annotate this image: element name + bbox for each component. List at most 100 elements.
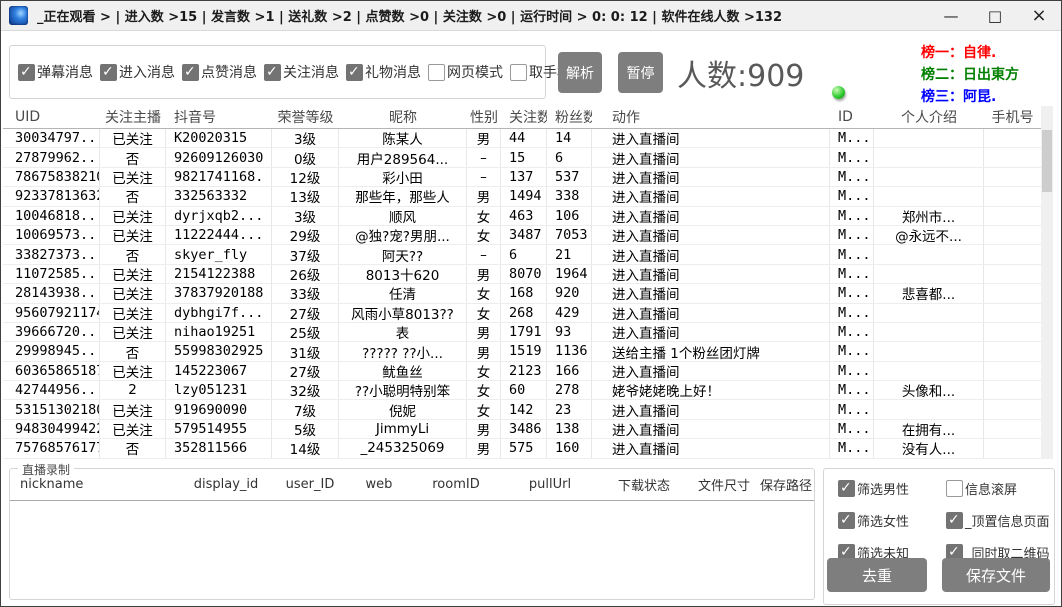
cell-action: 进入直播间 (592, 420, 830, 438)
recording-column-header: 保存路径 (758, 475, 814, 494)
table-row[interactable]: 39666720... 已关注 nihao19251 25级 表 男 1791 … (3, 323, 1041, 342)
checkbox-icon (946, 480, 963, 497)
recording-column-header: web (348, 477, 410, 492)
cell-nickname: 彩小田 (339, 168, 467, 186)
viewer-table-body: 30034797... 已关注 K20020315 3级 陈某人 男 44 14… (3, 129, 1041, 459)
message-filter-checkbox[interactable]: 点赞消息 (182, 62, 257, 82)
column-header: 荣誉等级 (272, 107, 339, 127)
table-row[interactable]: 27879962... 否 92609126030 0级 用户289564...… (3, 148, 1041, 167)
recording-groupbox: 直播录制 nicknamedisplay_iduser_IDwebroomIDp… (9, 468, 815, 600)
cell-id: M... (830, 148, 874, 166)
cell-phone (984, 265, 1041, 283)
cell-nickname: 用户289564... (339, 148, 467, 166)
cell-following: 137 (501, 168, 547, 186)
cell-following: 2123 (501, 362, 547, 380)
message-filter-checkbox[interactable]: 礼物消息 (346, 62, 421, 82)
message-filter-checkbox[interactable]: 进入消息 (100, 62, 175, 82)
cell-id: M... (830, 400, 874, 418)
cell-id: M... (830, 207, 874, 225)
column-header: 手机号 (984, 107, 1041, 127)
status-orb-icon (832, 86, 845, 99)
option-checkbox[interactable]: 信息滚屏 (946, 479, 1050, 498)
cell-nickname: 任清 (339, 284, 467, 302)
dedupe-button[interactable]: 去重 (827, 558, 927, 592)
cell-intro (874, 342, 984, 360)
cell-id: M... (830, 420, 874, 438)
cell-following: 268 (501, 304, 547, 322)
table-row[interactable]: 10046818... 已关注 dyrjxqb2... 3级 顺风 女 463 … (3, 207, 1041, 226)
cell-action: 姥爷姥姥晚上好！ (592, 381, 830, 399)
parse-button[interactable]: 解析 (558, 52, 602, 93)
cell-level: 13级 (272, 187, 339, 205)
cell-id: M... (830, 323, 874, 341)
minimize-button[interactable]: — (929, 1, 973, 30)
cell-intro (874, 187, 984, 205)
cell-uid: 10046818... (3, 207, 100, 225)
close-button[interactable]: × (1017, 1, 1061, 30)
ranking-line: 榜三：阿昆. (921, 86, 1019, 108)
cell-followed: 已关注 (100, 207, 166, 225)
cell-phone (984, 304, 1041, 322)
table-row[interactable]: 78675838210 已关注 9821741168. 12级 彩小田 – 13… (3, 168, 1041, 187)
table-scrollbar-thumb[interactable] (1042, 130, 1052, 192)
recording-column-header: 文件尺寸 (690, 475, 758, 494)
option-checkbox[interactable]: 筛选男性 (838, 479, 939, 498)
table-row[interactable]: 94830499422 已关注 579514955 5级 JimmyLi 男 3… (3, 420, 1041, 439)
table-row[interactable]: 75768576177 否 352811566 14级 _245325069 男… (3, 439, 1041, 458)
table-row[interactable]: 33827373... 否 skyer_fly 37级 阿天?? – 6 21 … (3, 245, 1041, 264)
option-checkbox[interactable]: 筛选女性 (838, 511, 939, 530)
cell-intro: 在拥有... (874, 420, 984, 438)
column-header: 关注主播 (100, 107, 166, 127)
message-filter-checkbox[interactable]: 关注消息 (264, 62, 339, 82)
cell-following: 15 (501, 148, 547, 166)
cell-douyin-id: 92609126030 (166, 148, 272, 166)
maximize-button[interactable]: □ (973, 1, 1017, 30)
cell-phone (984, 362, 1041, 380)
cell-id: M... (830, 439, 874, 457)
pause-button[interactable]: 暂停 (618, 52, 663, 93)
save-file-button[interactable]: 保存文件 (942, 558, 1050, 592)
checkbox-label: 进入消息 (119, 62, 175, 82)
message-filter-checkbox[interactable]: 网页模式 (428, 62, 503, 82)
table-row[interactable]: 30034797... 已关注 K20020315 3级 陈某人 男 44 14… (3, 129, 1041, 148)
cell-douyin-id: 145223067 (166, 362, 272, 380)
cell-following: 3486 (501, 420, 547, 438)
cell-following: 3487 (501, 226, 547, 244)
table-scrollbar[interactable] (1041, 106, 1053, 459)
table-row[interactable]: 53151302180 已关注 919690090 7级 倪妮 女 142 23… (3, 400, 1041, 419)
table-row[interactable]: 60365865187 已关注 145223067 27级 鱿鱼丝 女 2123… (3, 362, 1041, 381)
table-row[interactable]: 42744956... 2 lzy051231 32级 ??小聪明特别笨 女 6… (3, 381, 1041, 400)
viewer-table-header: UID关注主播抖音号荣誉等级昵称性别关注数粉丝数动作ID个人介绍手机号 (3, 106, 1053, 129)
cell-phone (984, 323, 1041, 341)
option-checkbox[interactable]: _顶置信息页面 (946, 511, 1050, 530)
cell-action: 进入直播间 (592, 284, 830, 302)
cell-nickname: @独?宠?男朋... (339, 226, 467, 244)
message-filter-checkbox[interactable]: 弹幕消息 (18, 62, 93, 82)
cell-action: 进入直播间 (592, 323, 830, 341)
cell-fans: 1136 (547, 342, 592, 360)
cell-following: 575 (501, 439, 547, 457)
cell-action: 进入直播间 (592, 168, 830, 186)
cell-nickname: 那些年，那些人 (339, 187, 467, 205)
cell-followed: 否 (100, 439, 166, 457)
table-row[interactable]: 11072585... 已关注 2154122388 26级 8013十620 … (3, 265, 1041, 284)
table-row[interactable]: 28143938... 已关注 37837920188 33级 任清 女 168… (3, 284, 1041, 303)
checkbox-label: 礼物消息 (365, 62, 421, 82)
table-row[interactable]: 92337813632 否 332563332 13级 那些年，那些人 男 14… (3, 187, 1041, 206)
cell-fans: 106 (547, 207, 592, 225)
cell-douyin-id: 919690090 (166, 400, 272, 418)
cell-phone (984, 129, 1041, 147)
checkbox-icon (264, 64, 281, 81)
cell-nickname: 阿天?? (339, 245, 467, 263)
cell-fans: 93 (547, 323, 592, 341)
cell-uid: 75768576177 (3, 439, 100, 457)
cell-intro (874, 129, 984, 147)
table-row[interactable]: 95607921174 已关注 dybhgi7f... 27级 风雨小草8013… (3, 304, 1041, 323)
cell-uid: 10069573... (3, 226, 100, 244)
cell-followed: 已关注 (100, 323, 166, 341)
column-header: ID (830, 109, 874, 125)
table-row[interactable]: 29998945... 否 55998302925 31级 ????? ??小.… (3, 342, 1041, 361)
cell-level: 14级 (272, 439, 339, 457)
table-row[interactable]: 10069573... 已关注 11222444... 29级 @独?宠?男朋.… (3, 226, 1041, 245)
cell-nickname: _245325069 (339, 439, 467, 457)
